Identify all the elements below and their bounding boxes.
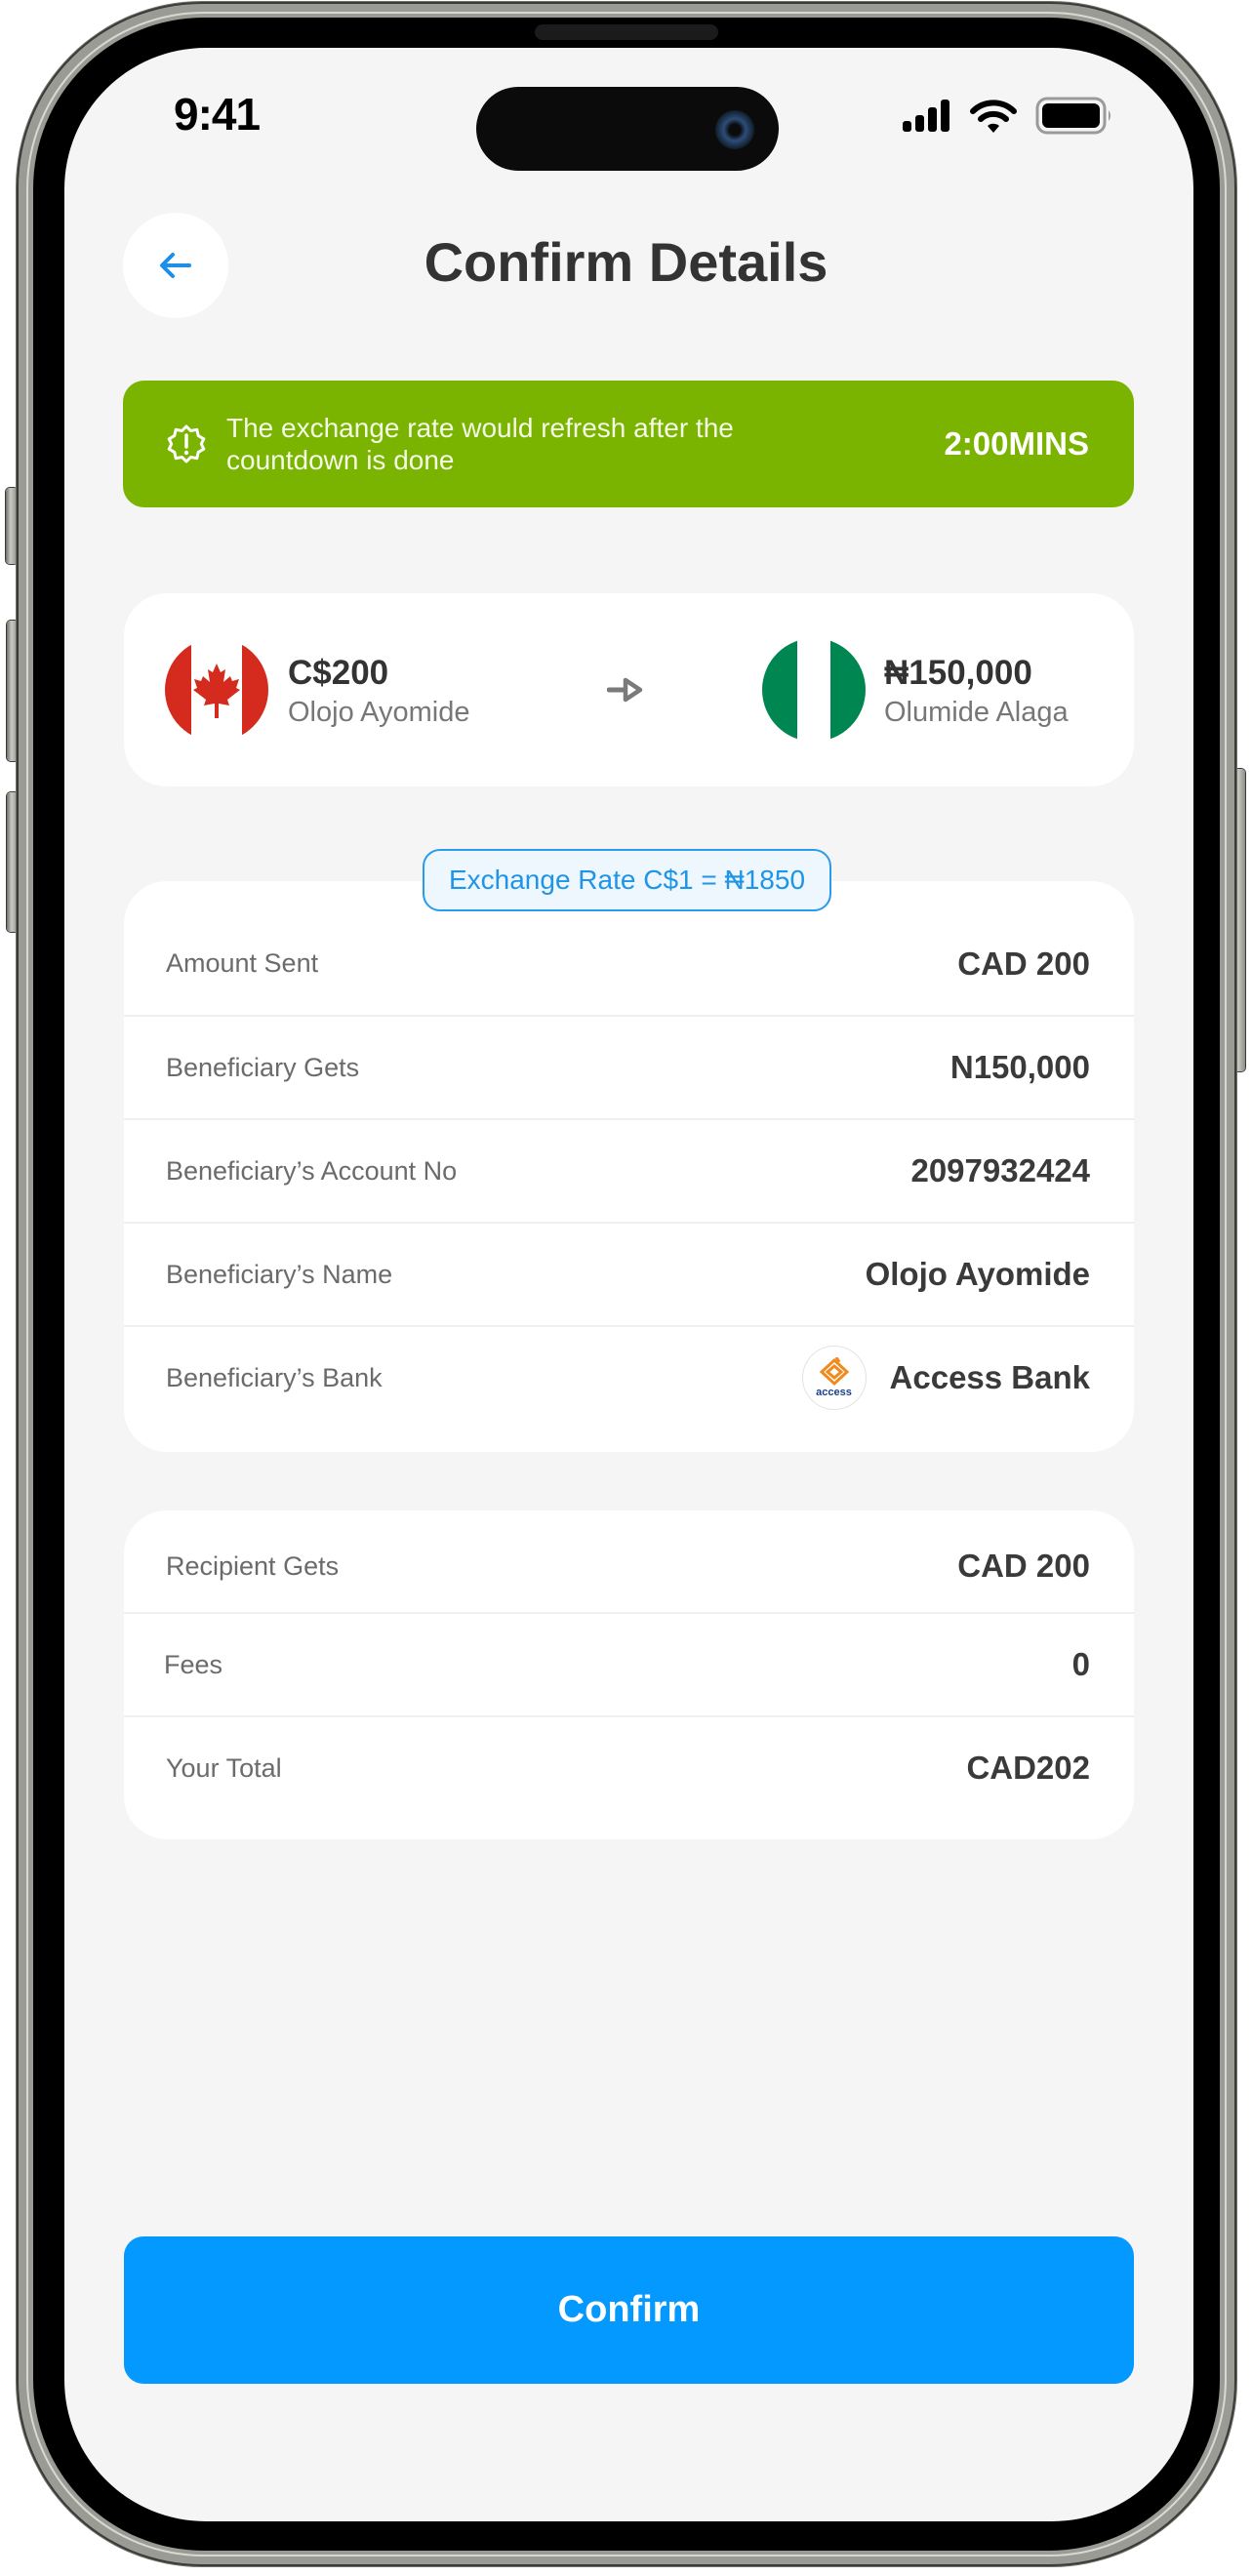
- earpiece-speaker: [535, 24, 718, 40]
- summary-value: 0: [1071, 1646, 1090, 1682]
- summary-label: Fees: [164, 1649, 223, 1679]
- wifi-icon: [970, 100, 1017, 133]
- front-camera-icon: [715, 110, 754, 149]
- confirm-button[interactable]: Confirm: [124, 2236, 1134, 2384]
- summary-label: Recipient Gets: [166, 1550, 340, 1581]
- detail-value: 2097932424: [910, 1152, 1090, 1188]
- receiver-amount: ₦150,000: [884, 654, 1032, 692]
- detail-value-bank: access Access Bank: [801, 1346, 1090, 1410]
- detail-value: Access Bank: [889, 1359, 1090, 1395]
- detail-row-beneficiary-gets: Beneficiary Gets N150,000: [124, 1017, 1134, 1118]
- status-time: 9:41: [174, 89, 261, 140]
- rate-refresh-banner: The exchange rate would refresh after th…: [123, 381, 1134, 507]
- receiver-name: Olumide Alaga: [884, 697, 1069, 728]
- nigeria-flag-icon: [762, 638, 866, 742]
- detail-row-account-number: Beneficiary’s Account No 2097932424: [124, 1120, 1134, 1222]
- detail-label: Beneficiary’s Account No: [166, 1155, 458, 1186]
- cellular-signal-icon: [903, 100, 949, 132]
- detail-label: Beneficiary Gets: [166, 1052, 360, 1082]
- access-logo-text: access: [816, 1387, 852, 1398]
- detail-value: CAD 200: [957, 945, 1090, 982]
- battery-icon: [1035, 97, 1111, 135]
- summary-value: CAD202: [966, 1750, 1090, 1786]
- transfer-summary-card: C$200 Olojo Ayomide ₦150,000 Olumide Ala…: [124, 593, 1134, 786]
- summary-row-fees: Fees 0: [124, 1614, 1134, 1715]
- sender-amount: C$200: [288, 654, 389, 692]
- beneficiary-details-card: Amount Sent CAD 200 Beneficiary Gets N15…: [124, 881, 1134, 1452]
- countdown-timer: 2:00MINS: [944, 425, 1089, 462]
- access-diamond-icon: [819, 1357, 849, 1387]
- arrow-right-icon: [607, 677, 643, 703]
- payment-summary-card: Recipient Gets CAD 200 Fees 0 Your Total…: [124, 1510, 1134, 1839]
- detail-row-beneficiary-name: Beneficiary’s Name Olojo Ayomide: [124, 1224, 1134, 1325]
- page-title: Confirm Details: [424, 231, 828, 293]
- detail-row-beneficiary-bank: Beneficiary’s Bank access Access Bank: [124, 1327, 1134, 1429]
- sender-name: Olojo Ayomide: [288, 697, 470, 728]
- detail-label: Beneficiary’s Name: [166, 1259, 393, 1289]
- status-icons: [903, 96, 1112, 135]
- badge-alert-icon: [167, 424, 206, 463]
- access-bank-logo: access: [801, 1346, 867, 1410]
- canada-flag-icon: [165, 638, 268, 742]
- summary-row-recipient-gets: Recipient Gets CAD 200: [124, 1510, 1134, 1612]
- banner-message: The exchange rate would refresh after th…: [226, 413, 734, 475]
- exchange-rate-badge: Exchange Rate C$1 = ₦1850: [423, 849, 831, 911]
- detail-label: Beneficiary’s Bank: [166, 1362, 383, 1392]
- summary-value: CAD 200: [957, 1548, 1090, 1584]
- summary-label: Your Total: [166, 1752, 282, 1783]
- detail-value: Olojo Ayomide: [865, 1256, 1090, 1292]
- summary-row-total: Your Total CAD202: [124, 1717, 1134, 1819]
- detail-value: N150,000: [949, 1049, 1090, 1085]
- detail-label: Amount Sent: [166, 948, 319, 978]
